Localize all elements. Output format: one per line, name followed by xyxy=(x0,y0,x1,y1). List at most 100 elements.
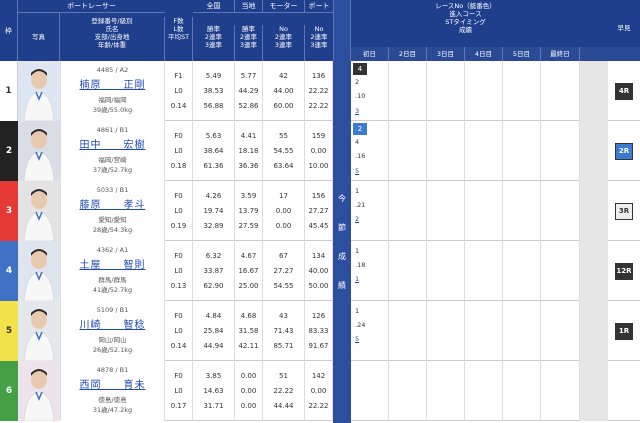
day-cell xyxy=(389,241,427,301)
header-info-line: 氏名 xyxy=(105,25,119,33)
boat-3-rate: 22.22 xyxy=(308,402,329,410)
st-timing: .21 xyxy=(355,201,366,209)
day-cell xyxy=(503,121,541,181)
racer-branch: 徳島/徳島 xyxy=(98,396,127,404)
national-2-rate: 33.87 xyxy=(203,267,224,275)
racer-branch: 愛知/愛知 xyxy=(98,216,127,224)
avatar-icon xyxy=(18,301,60,361)
avg-st: 0.13 xyxy=(170,282,187,290)
header-stat-label: F数 xyxy=(173,17,184,25)
day-cell xyxy=(427,301,465,361)
avatar-icon xyxy=(18,61,60,121)
national-3-rate: 61.36 xyxy=(203,162,224,170)
f-count: F0 xyxy=(174,312,183,320)
waku-cell: 2 xyxy=(0,121,18,181)
local-2-rate: 0.00 xyxy=(240,387,257,395)
motor-3-rate: 44.44 xyxy=(273,402,294,410)
racer-branch: 福岡/宮崎 xyxy=(98,156,127,164)
quick-view-cell xyxy=(608,361,640,421)
entry-course: 1 xyxy=(355,187,360,195)
series-results-grid: 1 .18 1 xyxy=(351,241,580,301)
local-win-rate: 4.41 xyxy=(240,132,257,140)
avg-st: 0.18 xyxy=(170,162,187,170)
national-win-rate: 5.49 xyxy=(205,72,222,80)
racer-row: 3 5033 / B1 藤原 孝斗 愛知/愛知 28歳/54.3kg F0 L0… xyxy=(0,181,640,241)
local-win-rate: 0.00 xyxy=(240,372,257,380)
l-count: L0 xyxy=(174,387,183,395)
local-3-rate: 52.86 xyxy=(238,102,259,110)
race-badge-button[interactable]: 1R xyxy=(615,322,633,340)
l-count: L0 xyxy=(174,147,183,155)
result-link[interactable]: 5 xyxy=(355,333,359,346)
series-results-grid: 4 2 .10 3 xyxy=(351,61,580,121)
national-stats: 6.32 33.87 62.90 xyxy=(193,241,235,301)
racer-age-weight: 41歳/52.7kg xyxy=(92,286,133,294)
day-cell xyxy=(465,181,503,241)
racer-name-link[interactable]: 川崎 智稔 xyxy=(61,316,164,331)
local-stats: 4.41 18.18 36.36 xyxy=(235,121,263,181)
national-stats: 5.49 38.53 56.88 xyxy=(193,61,235,121)
result-link[interactable]: 2 xyxy=(355,213,359,226)
boat-2-rate: 0.00 xyxy=(310,387,327,395)
boat-no: 156 xyxy=(311,192,326,200)
racer-registration: 4878 / B1 xyxy=(96,366,129,374)
national-2-rate: 38.64 xyxy=(203,147,224,155)
first-day-result: 1 .24 5 xyxy=(351,301,369,361)
national-stats: 4.26 19.74 32.89 xyxy=(193,181,235,241)
racer-name-link[interactable]: 田中 宏樹 xyxy=(61,136,164,151)
motor-2-rate: 0.00 xyxy=(275,207,292,215)
racer-info: 4485 / A2 楠原 正剛 福岡/福岡 39歳/55.0kg xyxy=(60,61,165,121)
entry-course: 2 xyxy=(355,78,360,86)
result-link[interactable]: 3 xyxy=(355,105,359,118)
local-stats: 4.67 16.67 25.00 xyxy=(235,241,263,301)
local-win-rate: 3.59 xyxy=(240,192,257,200)
motor-stats: 42 44.00 60.00 xyxy=(263,61,305,121)
quick-view-cell: 2R xyxy=(608,121,640,181)
header-stat-label: 3連率 xyxy=(239,41,258,49)
header-info: 登録番号/級別 氏名 支部/出身地 年齢/体重 xyxy=(60,17,165,61)
race-badge-button[interactable]: 2R xyxy=(615,142,633,160)
race-badge-button[interactable]: 4R xyxy=(615,82,633,100)
national-win-rate: 4.26 xyxy=(205,192,222,200)
racer-name-link[interactable]: 藤原 孝斗 xyxy=(61,196,164,211)
local-win-rate: 4.68 xyxy=(240,312,257,320)
motor-stats: 67 27.27 54.55 xyxy=(263,241,305,301)
day-header-row: 初日 2日目 3日目 4日目 5日目 最終日 xyxy=(351,47,640,61)
result-link[interactable]: 5 xyxy=(355,165,359,178)
race-badge-button[interactable]: 3R xyxy=(615,202,633,220)
day-1: 初日 xyxy=(351,47,389,61)
entry-course: 1 xyxy=(355,307,360,315)
racer-info: 4878 / B1 西岡 育未 徳島/徳島 31歳/47.2kg xyxy=(60,361,165,421)
racer-info: 5033 / B1 藤原 孝斗 愛知/愛知 28歳/54.3kg xyxy=(60,181,165,241)
header-stat-label: No xyxy=(314,25,324,33)
header-race-info-line: STタイミング xyxy=(445,18,486,26)
first-day-result: 2 4 .16 5 xyxy=(351,121,369,181)
day-cell xyxy=(503,181,541,241)
avatar-icon xyxy=(18,121,60,181)
header-yoso: 早見 xyxy=(617,24,631,32)
race-badge-button[interactable]: 12R xyxy=(615,262,633,280)
day-final: 最終日 xyxy=(541,47,580,61)
day-cell xyxy=(427,181,465,241)
national-win-rate: 6.32 xyxy=(205,252,222,260)
boat-3-rate: 50.00 xyxy=(308,282,329,290)
boat-stats: 126 83.33 91.67 xyxy=(305,301,333,361)
first-day-result: 4 2 .10 3 xyxy=(351,61,369,121)
avg-st: 0.14 xyxy=(170,102,187,110)
st-timing: .10 xyxy=(355,92,366,100)
motor-no: 67 xyxy=(279,252,288,260)
racer-name-link[interactable]: 土屋 智則 xyxy=(61,256,164,271)
avatar-icon xyxy=(18,241,60,301)
motor-stats: 17 0.00 0.00 xyxy=(263,181,305,241)
result-link[interactable]: 1 xyxy=(355,273,359,286)
national-stats: 4.84 25.84 44.94 xyxy=(193,301,235,361)
st-timing: .18 xyxy=(355,261,366,269)
boat-3-rate: 91.67 xyxy=(308,342,329,350)
shaded-column xyxy=(580,61,608,121)
racer-photo xyxy=(18,121,60,181)
boat-stats: 156 27.27 45.45 xyxy=(305,181,333,241)
racer-name-link[interactable]: 楠原 正剛 xyxy=(61,76,164,91)
racer-name-link[interactable]: 西岡 育未 xyxy=(61,376,164,391)
day-cell xyxy=(503,301,541,361)
national-win-rate: 3.85 xyxy=(205,372,222,380)
